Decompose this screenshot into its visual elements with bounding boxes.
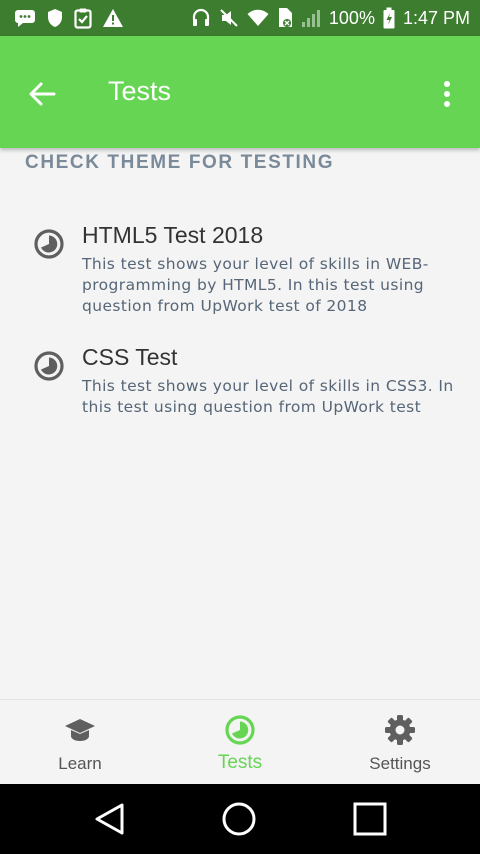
test-title: HTML5 Test 2018 — [82, 222, 264, 248]
headset-icon — [191, 8, 211, 28]
nav-item-learn[interactable]: Learn — [0, 700, 160, 785]
page-title: Tests — [108, 76, 172, 106]
battery-icon — [383, 7, 395, 29]
mute-icon — [219, 8, 239, 28]
arrow-left-icon — [29, 82, 56, 106]
chat-icon — [14, 8, 36, 28]
timer-icon — [34, 351, 64, 381]
graduation-cap-icon — [65, 719, 95, 741]
nav-label: Settings — [369, 754, 431, 773]
battery-percent: 100% — [328, 7, 375, 28]
system-navigation-bar — [0, 784, 480, 854]
nav-label: Tests — [217, 752, 263, 773]
overflow-menu-button[interactable] — [434, 78, 460, 110]
nav-label: Learn — [58, 754, 102, 773]
test-description: This test shows your level of skills in … — [82, 377, 454, 416]
status-notification-icons — [14, 8, 124, 29]
recents-square-icon — [353, 802, 387, 836]
wifi-icon — [247, 9, 269, 27]
back-triangle-icon — [95, 803, 124, 835]
clock: 1:47 PM — [402, 7, 470, 28]
shield-icon — [46, 8, 64, 28]
signal-icon — [301, 8, 321, 28]
timer-icon — [34, 229, 64, 259]
nav-item-settings[interactable]: Settings — [320, 700, 480, 785]
status-system-icons: 100% 1:47 PM — [191, 7, 470, 29]
gear-icon — [385, 715, 415, 745]
system-recents-button[interactable] — [352, 801, 388, 837]
system-home-button[interactable] — [221, 801, 257, 837]
section-header: CHECK THEME FOR TESTING — [25, 152, 335, 173]
system-back-button[interactable] — [92, 801, 128, 837]
test-description: This test shows your level of skills in … — [82, 255, 429, 315]
timer-icon — [225, 715, 255, 745]
sim-icon — [277, 7, 293, 29]
home-circle-icon — [222, 802, 256, 836]
back-button[interactable] — [26, 78, 58, 110]
bottom-navigation: Learn Tests Settings — [0, 699, 480, 785]
app-bar: Tests — [0, 36, 480, 148]
nav-item-tests[interactable]: Tests — [160, 700, 320, 785]
warning-icon — [102, 8, 124, 28]
status-bar: 100% 1:47 PM — [0, 0, 480, 36]
clipboard-check-icon — [74, 8, 92, 29]
more-vert-icon — [444, 81, 450, 107]
test-title: CSS Test — [82, 344, 178, 370]
